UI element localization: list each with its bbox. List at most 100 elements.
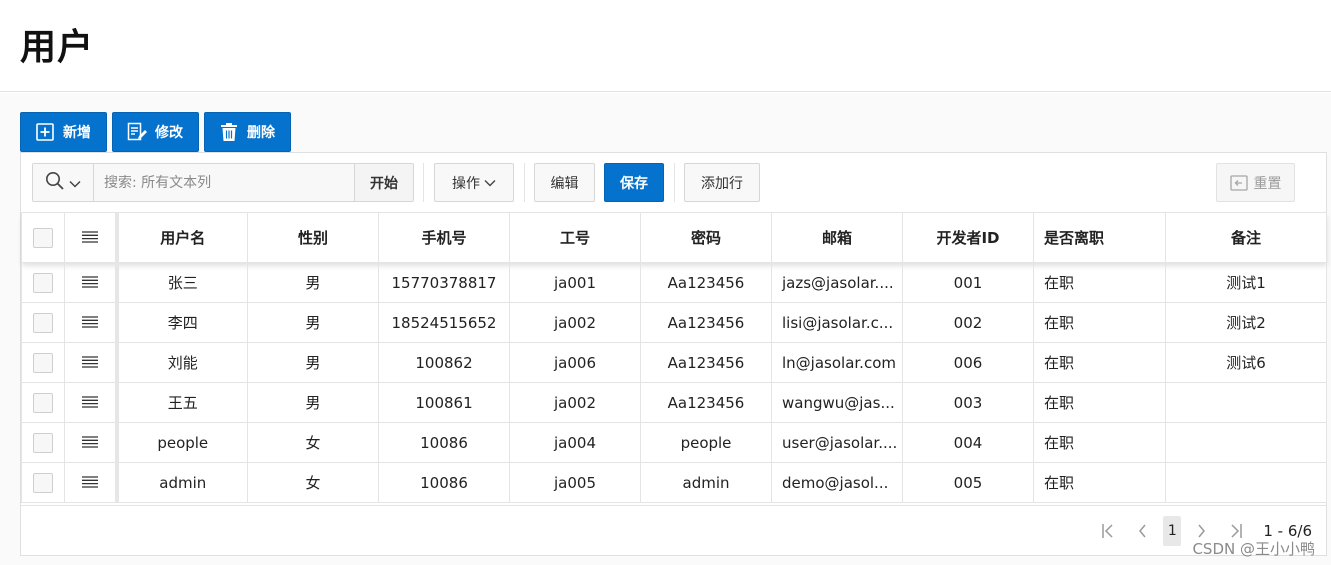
cell-dev-id[interactable]: 002 — [902, 302, 1034, 343]
row-checkbox[interactable] — [33, 472, 53, 493]
cell-username[interactable]: 张三 — [116, 262, 248, 303]
cell-password[interactable]: Aa123456 — [640, 382, 772, 423]
row-actions-cell — [64, 462, 119, 503]
cell-emp-no[interactable]: ja002 — [509, 382, 641, 423]
cell-phone[interactable]: 100862 — [378, 342, 510, 383]
cell-status[interactable]: 在职 — [1033, 382, 1166, 423]
menu-icon[interactable] — [81, 394, 98, 412]
cell-dev-id[interactable]: 001 — [902, 262, 1034, 303]
row-checkbox[interactable] — [33, 312, 53, 333]
delete-button[interactable]: 删除 — [204, 112, 291, 152]
cell-username[interactable]: 刘能 — [116, 342, 248, 383]
cell-email[interactable]: ln@jasolar.com — [771, 342, 903, 383]
cell-note[interactable]: 测试2 — [1165, 302, 1327, 343]
cell-phone[interactable]: 10086 — [378, 462, 510, 503]
cell-email[interactable]: demo@jasol... — [771, 462, 903, 503]
cell-emp-no[interactable]: ja002 — [509, 302, 641, 343]
cell-dev-id[interactable]: 006 — [902, 342, 1034, 383]
cell-gender[interactable]: 女 — [247, 422, 379, 463]
cell-status[interactable]: 在职 — [1033, 422, 1166, 463]
row-checkbox[interactable] — [33, 352, 53, 373]
cell-note[interactable] — [1165, 422, 1327, 463]
cell-note[interactable] — [1165, 462, 1327, 503]
current-page-button[interactable]: 1 — [1163, 516, 1182, 546]
cell-dev-id[interactable]: 003 — [902, 382, 1034, 423]
save-button[interactable]: 保存 — [604, 163, 664, 202]
cell-gender[interactable]: 女 — [247, 462, 379, 503]
cell-phone[interactable]: 18524515652 — [378, 302, 510, 343]
cell-emp-no[interactable]: ja004 — [509, 422, 641, 463]
cell-password[interactable]: people — [640, 422, 772, 463]
previous-page-icon[interactable] — [1131, 516, 1153, 546]
cell-username[interactable]: 李四 — [116, 302, 248, 343]
actions-menu-button[interactable]: 操作 — [434, 163, 514, 202]
row-select-cell — [21, 262, 65, 303]
menu-icon[interactable] — [81, 314, 98, 332]
cell-dev-id[interactable]: 004 — [902, 422, 1034, 463]
add-row-button[interactable]: 添加行 — [684, 163, 760, 202]
cell-gender[interactable]: 男 — [247, 342, 379, 383]
row-checkbox[interactable] — [33, 272, 53, 293]
cell-password[interactable]: Aa123456 — [640, 342, 772, 383]
cell-password[interactable]: Aa123456 — [640, 262, 772, 303]
table-row: 李四男 18524515652 ja002 Aa123456 lisi@jasolar.… — [21, 302, 1327, 343]
edit-button[interactable]: 修改 — [112, 112, 199, 152]
menu-icon[interactable] — [81, 274, 98, 292]
column-header[interactable]: 密码 — [640, 212, 772, 263]
cell-emp-no[interactable]: ja005 — [509, 462, 641, 503]
cell-gender[interactable]: 男 — [247, 302, 379, 343]
menu-icon[interactable] — [81, 354, 98, 372]
reset-icon — [1229, 174, 1248, 192]
table-row: 王五男 100861 ja002 Aa123456 wangwu@jas... 003 在职 — [21, 382, 1327, 423]
column-header[interactable]: 用户名 — [116, 212, 248, 263]
cell-emp-no[interactable]: ja006 — [509, 342, 641, 383]
row-select-cell — [21, 462, 65, 503]
action-bar: 新增 修改 删除 — [20, 112, 291, 152]
cell-phone[interactable]: 15770378817 — [378, 262, 510, 303]
cell-status[interactable]: 在职 — [1033, 262, 1166, 303]
cell-username[interactable]: admin — [116, 462, 248, 503]
row-checkbox[interactable] — [33, 392, 53, 413]
column-header[interactable]: 开发者ID — [902, 212, 1034, 263]
first-page-icon[interactable] — [1099, 516, 1121, 546]
search-column-selector[interactable] — [33, 164, 94, 201]
cell-status[interactable]: 在职 — [1033, 342, 1166, 383]
column-header[interactable]: 备注 — [1165, 212, 1327, 263]
cell-email[interactable]: jazs@jasolar.... — [771, 262, 903, 303]
toolbar-divider — [423, 163, 424, 202]
add-button[interactable]: 新增 — [20, 112, 107, 152]
cell-password[interactable]: Aa123456 — [640, 302, 772, 343]
cell-note[interactable]: 测试6 — [1165, 342, 1327, 383]
cell-gender[interactable]: 男 — [247, 262, 379, 303]
column-header[interactable]: 手机号 — [378, 212, 510, 263]
column-header[interactable]: 邮箱 — [771, 212, 903, 263]
cell-phone[interactable]: 10086 — [378, 422, 510, 463]
select-all-checkbox[interactable] — [33, 227, 53, 248]
cell-email[interactable]: wangwu@jas... — [771, 382, 903, 423]
cell-gender[interactable]: 男 — [247, 382, 379, 423]
column-header[interactable]: 工号 — [509, 212, 641, 263]
cell-status[interactable]: 在职 — [1033, 462, 1166, 503]
row-checkbox[interactable] — [33, 432, 53, 453]
column-header[interactable]: 是否离职 — [1033, 212, 1166, 263]
cell-phone[interactable]: 100861 — [378, 382, 510, 423]
reset-button[interactable]: 重置 — [1216, 163, 1295, 202]
cell-username[interactable]: 王五 — [116, 382, 248, 423]
cell-note[interactable] — [1165, 382, 1327, 423]
go-button[interactable]: 开始 — [354, 164, 413, 201]
cell-status[interactable]: 在职 — [1033, 302, 1166, 343]
row-actions-cell — [64, 382, 119, 423]
menu-icon[interactable] — [81, 434, 98, 452]
search-input[interactable] — [94, 164, 354, 201]
cell-note[interactable]: 测试1 — [1165, 262, 1327, 303]
cell-dev-id[interactable]: 005 — [902, 462, 1034, 503]
cell-password[interactable]: admin — [640, 462, 772, 503]
cell-email[interactable]: lisi@jasolar.c... — [771, 302, 903, 343]
menu-icon[interactable] — [81, 229, 98, 247]
cell-username[interactable]: people — [116, 422, 248, 463]
menu-icon[interactable] — [81, 474, 98, 492]
column-header[interactable]: 性别 — [247, 212, 379, 263]
edit-mode-button[interactable]: 编辑 — [534, 163, 595, 202]
cell-emp-no[interactable]: ja001 — [509, 262, 641, 303]
cell-email[interactable]: user@jasolar.... — [771, 422, 903, 463]
